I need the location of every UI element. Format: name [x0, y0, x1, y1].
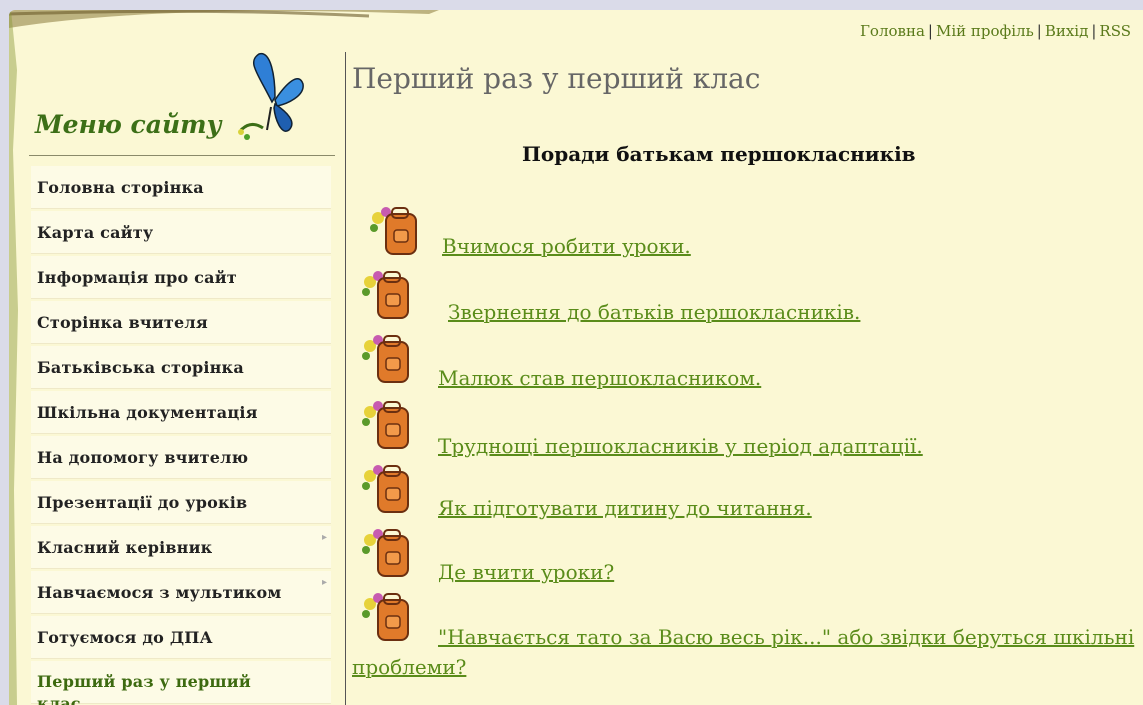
sidebar-item-sitemap[interactable]: Карта сайту	[31, 211, 331, 254]
schoolbag-icon	[362, 529, 409, 577]
schoolbag-icon	[362, 335, 409, 383]
list-item: Вчимося робити уроки.	[352, 200, 1142, 260]
sidebar-item-label: На допомогу вчителю	[37, 448, 249, 467]
sidebar: Меню сайту Головна сторінка Карта сайту …	[29, 52, 337, 705]
submenu-arrow-icon: ▸	[321, 532, 327, 543]
column-divider	[345, 52, 346, 705]
sidebar-item-site-info[interactable]: Інформація про сайт	[31, 256, 331, 299]
subtitle: Поради батькам першокласників	[522, 142, 916, 166]
submenu-arrow-icon: ▸	[321, 577, 327, 588]
menu-divider	[29, 155, 335, 156]
list-item: Малюк став першокласником.	[352, 328, 1142, 390]
sidebar-item-label: Головна сторінка	[37, 178, 204, 197]
separator: |	[1091, 22, 1097, 40]
link-adaptation-difficulties[interactable]: Труднощі першокласників у період адаптац…	[438, 434, 923, 458]
sidebar-menu: Головна сторінка Карта сайту Інформація …	[31, 166, 331, 705]
link-prepare-reading[interactable]: Як підготувати дитину до читання.	[438, 496, 812, 520]
link-where-to-study[interactable]: Де вчити уроки?	[438, 560, 614, 584]
link-school-problems[interactable]: "Навчається тато за Васю весь рік..." аб…	[352, 622, 1142, 682]
page-title: Перший раз у перший клас	[352, 62, 761, 95]
list-item: Де вчити уроки?	[352, 522, 1142, 584]
page: Головна | Мій профіль | Вихід | RSS Меню сайту…	[9, 10, 1143, 705]
profile-link[interactable]: Мій профіль	[936, 22, 1034, 40]
sidebar-item-label: Батьківська сторінка	[37, 358, 244, 377]
sidebar-item-label: Інформація про сайт	[37, 268, 237, 287]
home-link[interactable]: Головна	[860, 22, 925, 40]
sidebar-item-label: Готуємося до ДПА	[37, 628, 213, 647]
sidebar-item-label: Перший раз у перший клас	[37, 672, 251, 705]
sidebar-item-label: Карта сайту	[37, 223, 154, 242]
rss-link[interactable]: RSS	[1099, 22, 1131, 40]
separator: |	[927, 22, 933, 40]
link-became-first-grader[interactable]: Малюк став першокласником.	[438, 366, 761, 390]
schoolbag-icon	[362, 271, 409, 319]
sidebar-item-label: Сторінка вчителя	[37, 313, 208, 332]
sidebar-item-teacher-page[interactable]: Сторінка вчителя	[31, 301, 331, 344]
sidebar-item-label: Презентації до уроків	[37, 493, 248, 512]
sidebar-item-presentations[interactable]: Презентації до уроків	[31, 481, 331, 524]
sidebar-item-label: Шкільна документація	[37, 403, 258, 422]
logout-link[interactable]: Вихід	[1045, 22, 1089, 40]
sidebar-item-school-docs[interactable]: Шкільна документація	[31, 391, 331, 434]
link-appeal-to-parents[interactable]: Звернення до батьків першокласників.	[448, 300, 860, 324]
top-links: Головна | Мій профіль | Вихід | RSS	[860, 22, 1131, 40]
list-item: Труднощі першокласників у період адаптац…	[352, 394, 1142, 458]
sidebar-item-cartoons[interactable]: Навчаємося з мультиком ▸	[31, 571, 331, 614]
sidebar-item-label: Класний керівник	[37, 538, 213, 557]
sidebar-item-teacher-help[interactable]: На допомогу вчителю	[31, 436, 331, 479]
sidebar-item-home[interactable]: Головна сторінка	[31, 166, 331, 209]
link-homework[interactable]: Вчимося робити уроки.	[442, 234, 691, 258]
list-item: Звернення до батьків першокласників.	[352, 264, 1142, 324]
sidebar-item-label: Навчаємося з мультиком	[37, 583, 282, 602]
sidebar-item-dpa[interactable]: Готуємося до ДПА	[31, 616, 331, 659]
sidebar-item-first-grade[interactable]: Перший раз у перший клас	[31, 661, 331, 705]
list-item: Як підготувати дитину до читання.	[352, 458, 1142, 520]
butterfly-icon	[238, 53, 304, 140]
sidebar-item-parents-page[interactable]: Батьківська сторінка	[31, 346, 331, 389]
schoolbag-icon	[370, 207, 417, 255]
sidebar-item-class-teacher[interactable]: Класний керівник ▸	[31, 526, 331, 569]
schoolbag-icon	[362, 401, 409, 449]
schoolbag-icon	[362, 465, 409, 513]
separator: |	[1036, 22, 1042, 40]
list-item: "Навчається тато за Васю весь рік..." аб…	[352, 586, 1142, 686]
menu-title: Меню сайту	[35, 110, 222, 139]
